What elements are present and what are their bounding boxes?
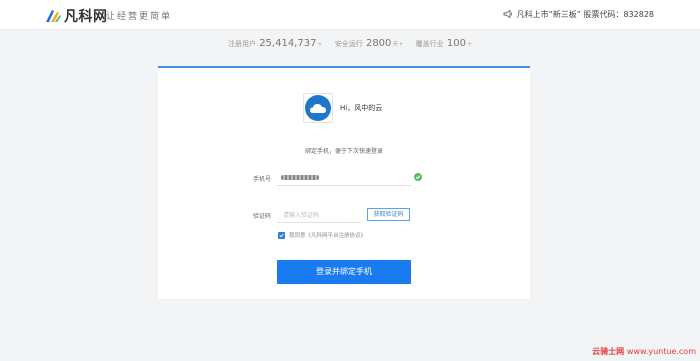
stat-value: 2800 xyxy=(365,38,392,49)
agreement-text: 我同意《凡科网平台注册协议》 xyxy=(289,233,367,239)
slogan: 让经营更简单 xyxy=(106,12,173,22)
stat-value: 25,414,737 xyxy=(259,38,317,49)
site-logo[interactable]: 凡科网 xyxy=(44,6,108,26)
stat-label: 安全运行 xyxy=(334,40,363,48)
listing-notice[interactable]: 凡科上市“新三板” 股票代码：832828 xyxy=(503,9,654,20)
logo-text: 凡科网 xyxy=(64,9,108,25)
stat-label: 覆盖行业 xyxy=(415,40,444,48)
bind-subtitle: 绑定手机，便于下次快速登录 xyxy=(304,148,383,155)
stat-label: 注册用户 xyxy=(227,40,256,48)
phone-input[interactable] xyxy=(277,169,411,186)
phone-label: 手机号 xyxy=(252,176,271,183)
masked-phone-number xyxy=(281,174,319,180)
check-circle-icon xyxy=(414,173,422,181)
avatar xyxy=(303,93,333,123)
cloud-icon xyxy=(305,95,331,121)
watermark-site: 云骑士网 xyxy=(592,347,625,356)
stat-suffix: + xyxy=(317,41,323,48)
agreement-checkbox[interactable] xyxy=(278,231,285,239)
verification-code-input[interactable]: 请输入验证码 xyxy=(277,206,361,223)
watermark-url: www.yuntue.com xyxy=(626,347,696,356)
bind-phone-card: Hi，风中的云 绑定手机，便于下次快速登录 手机号 验证码 请输入验证码 获取验… xyxy=(158,66,530,299)
stat-suffix: + xyxy=(467,41,473,48)
stat-suffix: 天+ xyxy=(392,41,404,48)
stat-uptime: 安全运行 2800天+ xyxy=(335,38,404,49)
notice-text: 凡科上市“新三板” 股票代码：832828 xyxy=(516,10,654,19)
code-label: 验证码 xyxy=(252,213,271,220)
megaphone-icon xyxy=(503,9,513,20)
stat-industries: 覆盖行业 100+ xyxy=(416,38,472,49)
watermark: 云骑士网 www.yuntue.com xyxy=(592,346,696,357)
greeting-text: Hi，风中的云 xyxy=(340,104,383,112)
agreement-row[interactable]: 我同意《凡科网平台注册协议》 xyxy=(278,231,366,239)
stat-value: 100 xyxy=(446,38,466,49)
top-header: 凡科网 让经营更简单 凡科上市“新三板” 股票代码：832828 xyxy=(0,0,700,30)
stat-users: 注册用户 25,414,737+ xyxy=(228,38,323,49)
stats-bar: 注册用户 25,414,737+ 安全运行 2800天+ 覆盖行业 100+ xyxy=(0,38,700,49)
get-code-button[interactable]: 获取验证码 xyxy=(367,208,410,221)
logo-icon xyxy=(44,8,62,24)
login-and-bind-button[interactable]: 登录并绑定手机 xyxy=(277,260,411,284)
